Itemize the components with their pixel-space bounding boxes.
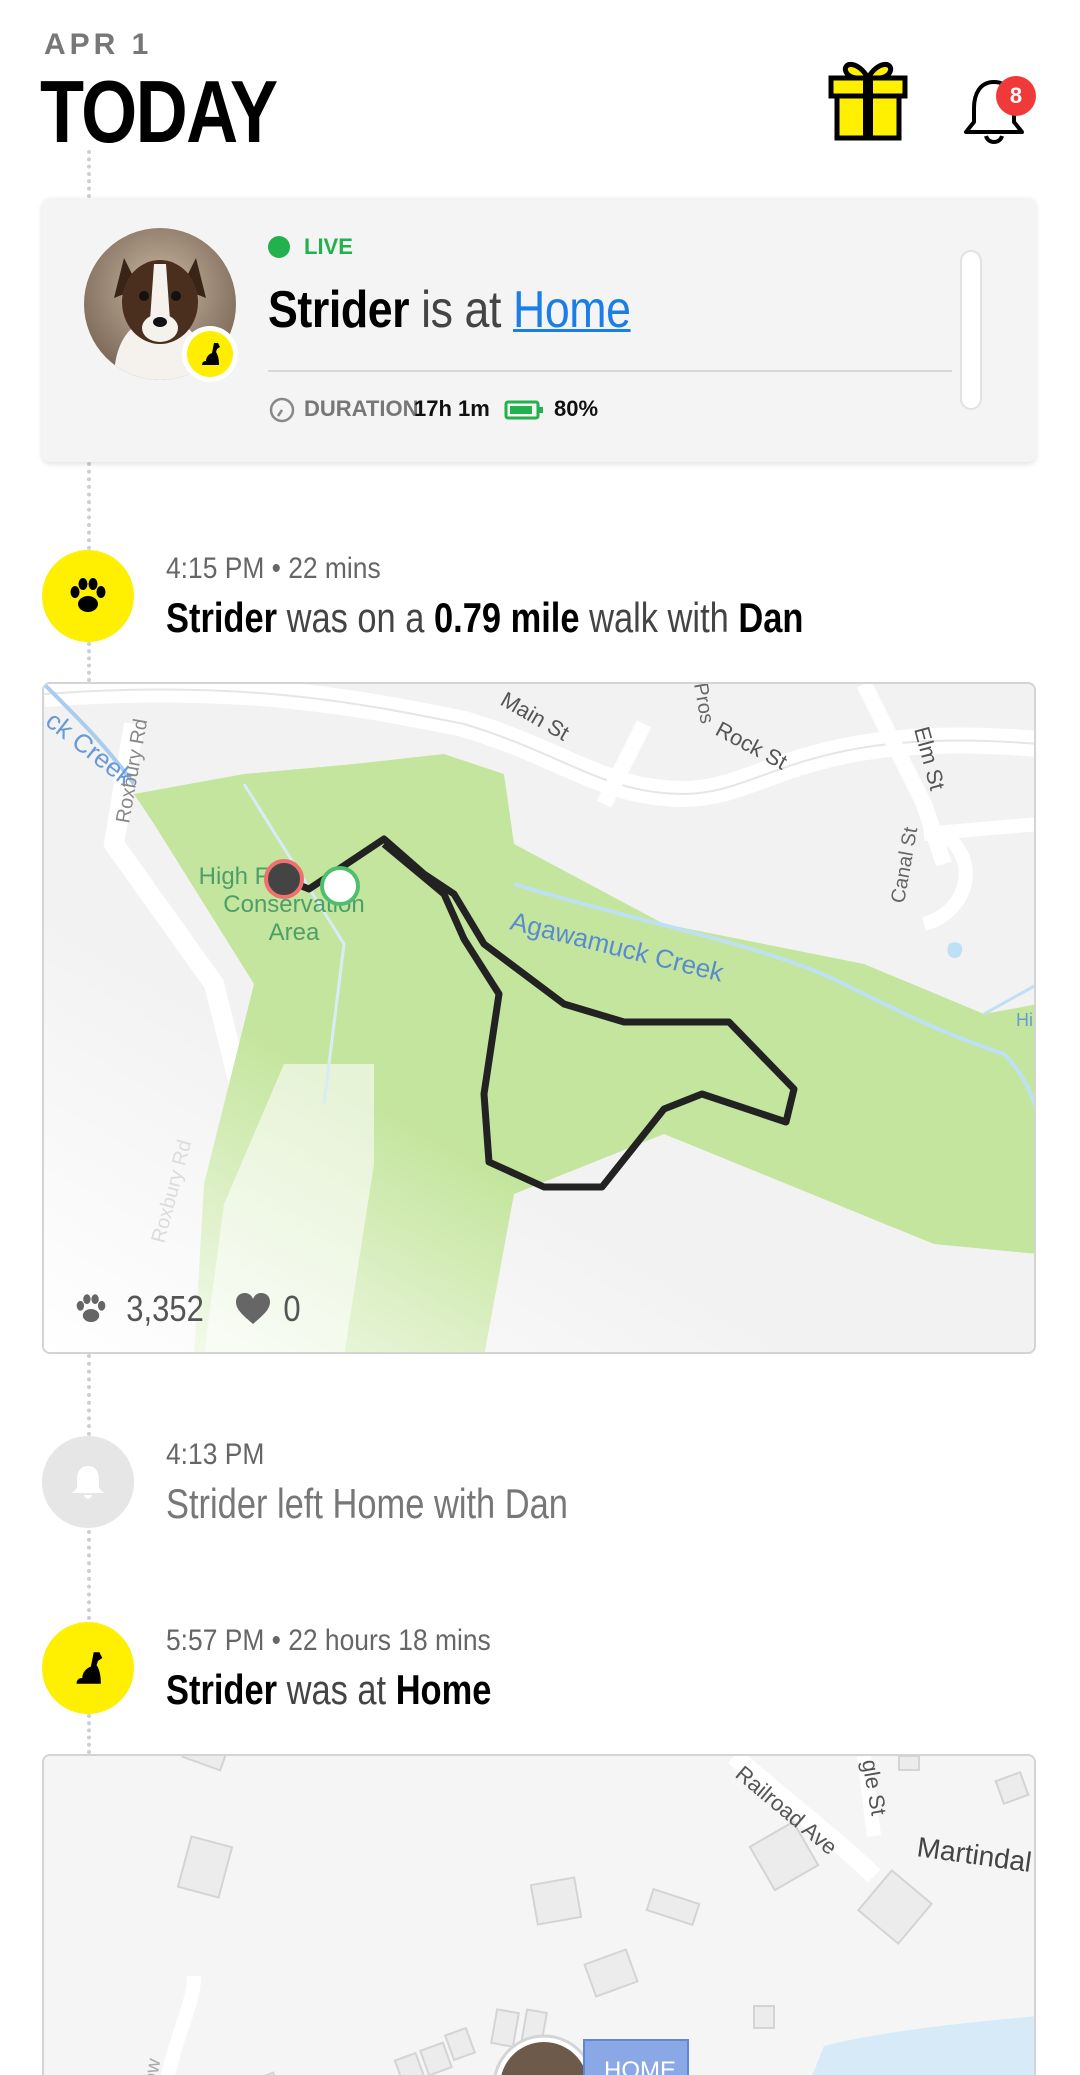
live-headline: Strider is at Home <box>268 280 631 340</box>
live-label: LIVE <box>304 234 353 259</box>
route-start-marker <box>320 866 360 906</box>
live-status-card[interactable]: LIVE Strider is at Home DURATION 17h 1m … <box>42 198 1036 462</box>
battery-icon <box>504 400 543 420</box>
battery-value: 80% <box>554 396 599 421</box>
event-description: Strider was at Home <box>166 1666 491 1714</box>
bell-icon <box>72 1466 104 1499</box>
dog-icon <box>202 343 220 365</box>
clock-icon <box>269 397 295 423</box>
home-tag: HOME <box>604 2057 676 2075</box>
pet-name: Strider <box>166 1666 278 1713</box>
pet-name: Strider <box>268 281 410 339</box>
event-time: 5:57 PM • 22 hours 18 mins <box>166 1624 491 1657</box>
walk-stats: 3,352 0 <box>72 1288 302 1330</box>
home-location-map: Railroad Ave gle St Martindal Low HOME <box>44 1756 1034 2075</box>
timeline-line <box>87 1530 91 1620</box>
event-description: Strider left Home with Dan <box>166 1480 568 1527</box>
timeline-line <box>87 462 91 550</box>
live-connector: is at <box>409 281 513 339</box>
card-divider <box>268 370 952 372</box>
timeline-line <box>87 1354 91 1436</box>
notification-badge[interactable]: 8 <box>996 76 1036 116</box>
walker-name: Dan <box>738 594 804 641</box>
location-name: Home <box>395 1666 492 1713</box>
map-label: Area <box>269 919 320 946</box>
paw-icon <box>70 578 106 612</box>
walk-event-icon <box>42 550 134 642</box>
pet-name: Strider <box>166 594 278 641</box>
live-indicator-dot <box>268 236 290 258</box>
home-map[interactable]: Railroad Ave gle St Martindal Low HOME <box>42 1754 1036 2075</box>
page-title: TODAY <box>40 62 278 161</box>
event-time: 4:13 PM <box>166 1438 265 1471</box>
walk-distance: 0.79 mile <box>433 594 580 641</box>
header-date: APR 1 <box>44 28 153 61</box>
event-description: Strider was on a 0.79 mile walk with Dan <box>166 594 803 642</box>
heart-icon[interactable] <box>234 1292 272 1326</box>
timeline-line <box>87 1714 91 1754</box>
gift-icon[interactable] <box>828 58 908 142</box>
timeline-line <box>87 150 91 198</box>
walk-map[interactable]: ck Creek Roxbury Rd Main St Pros Rock St… <box>42 682 1036 1354</box>
desc-text: walk with <box>579 594 739 641</box>
duration-label: DURATION <box>304 396 419 421</box>
location-link[interactable]: Home <box>513 281 631 339</box>
desc-text: was on a <box>277 594 434 641</box>
step-count: 3,352 <box>126 1288 204 1329</box>
map-label: Hi <box>1016 1010 1033 1030</box>
alert-event-icon <box>42 1436 134 1528</box>
duration-value: 17h 1m <box>414 396 490 421</box>
map-label: High F <box>199 863 270 890</box>
desc-text: was at <box>277 1666 396 1713</box>
route-end-marker <box>264 859 304 899</box>
dog-icon <box>76 1652 103 1684</box>
event-time: 4:15 PM • 22 mins <box>166 552 381 585</box>
like-count: 0 <box>283 1288 301 1329</box>
timeline-line <box>87 642 91 682</box>
home-event-icon <box>42 1622 134 1714</box>
pet-type-badge <box>182 326 238 382</box>
card-handle[interactable] <box>960 250 982 410</box>
walk-route-map: ck Creek Roxbury Rd Main St Pros Rock St… <box>44 684 1034 1352</box>
paw-icon <box>76 1294 106 1323</box>
